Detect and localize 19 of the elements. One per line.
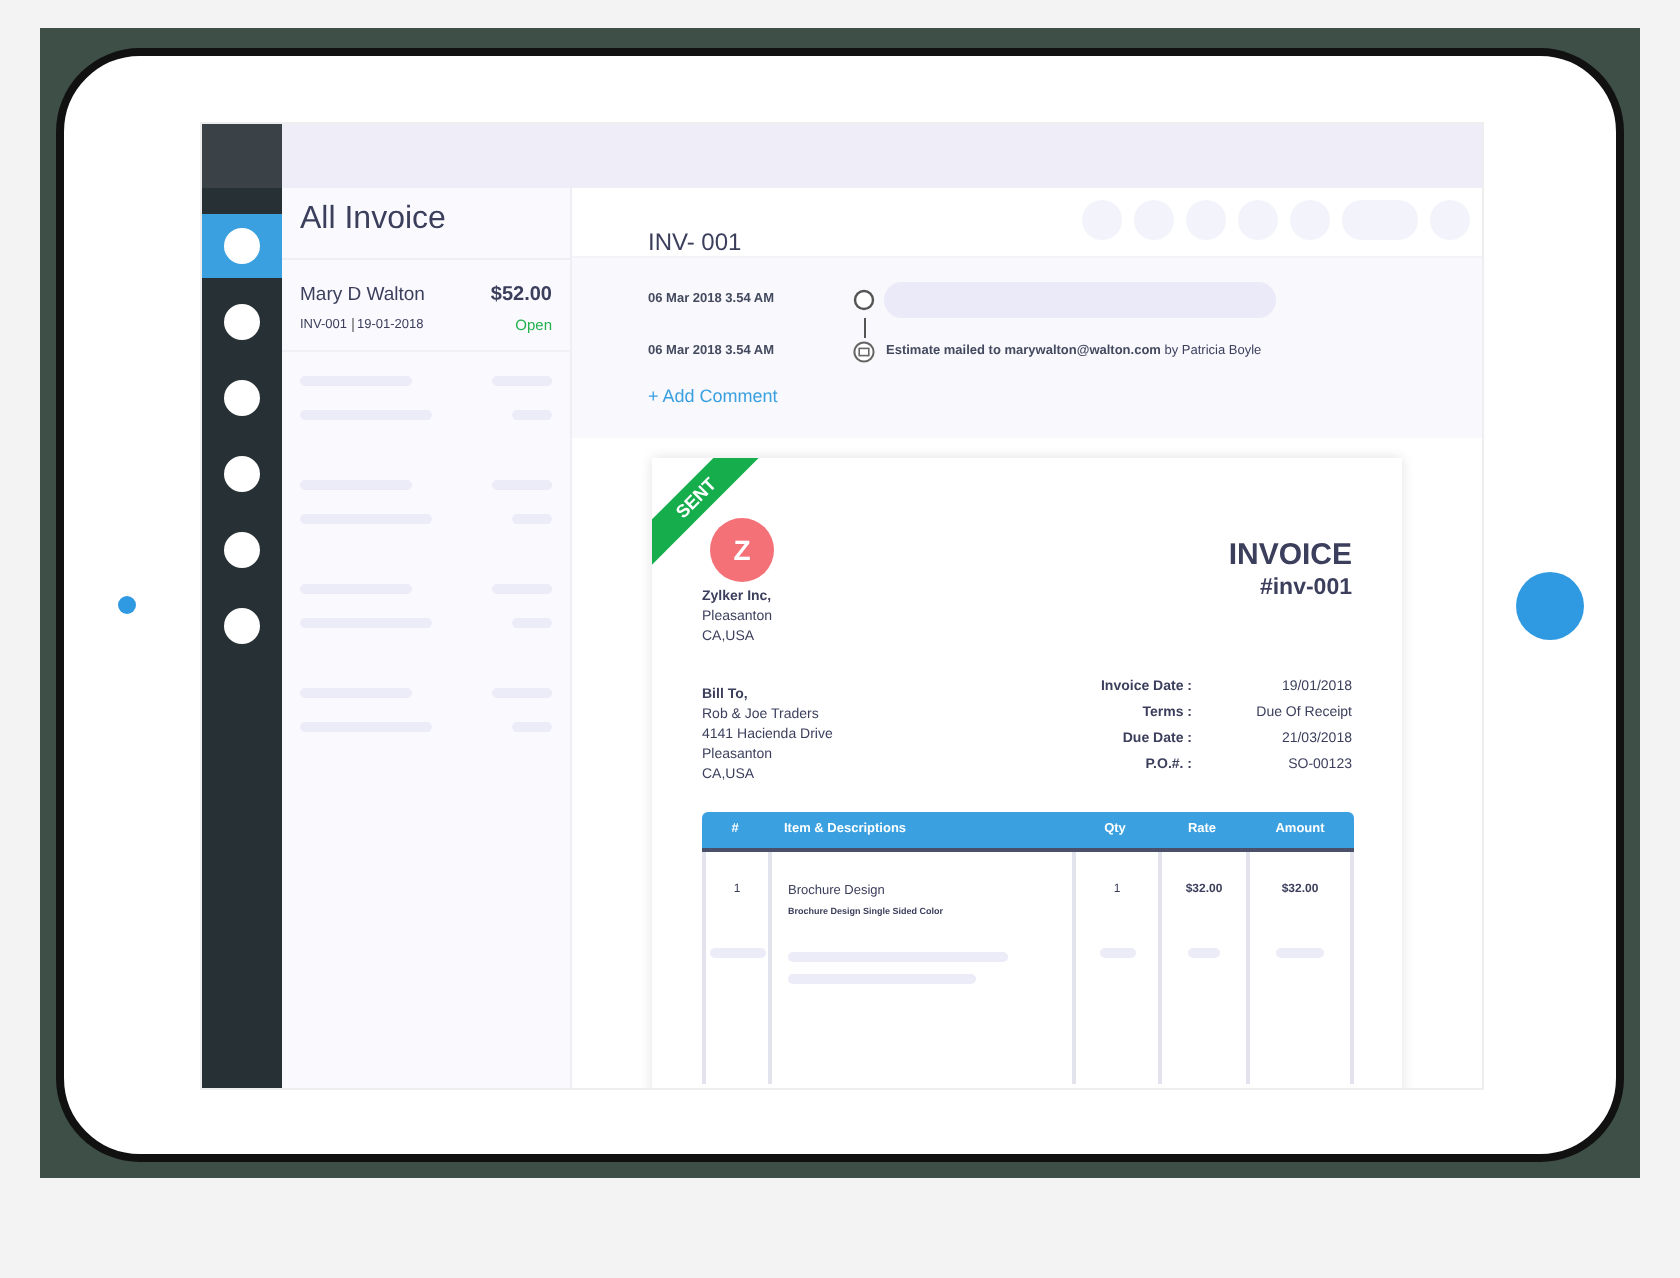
sidebar-header: [202, 123, 282, 187]
customer-name: Mary D Walton: [300, 283, 425, 305]
invoice-title: INV- 001: [648, 227, 742, 255]
list-title: All Invoice: [282, 187, 570, 259]
circle-icon: [224, 227, 260, 263]
timeline-connector: [863, 317, 865, 337]
circle-icon: [224, 455, 260, 491]
circle-icon: [224, 607, 260, 643]
invoice-number: #inv-001: [1257, 575, 1352, 599]
circle-icon: [224, 379, 260, 415]
camera-dot: [118, 596, 136, 614]
circle-icon: [224, 531, 260, 567]
mail-icon: [852, 339, 876, 363]
home-button[interactable]: [1515, 571, 1583, 639]
circle-icon: [224, 303, 260, 339]
invoice-amount: $52.00: [490, 283, 552, 305]
document-title: INVOICE: [1228, 537, 1352, 571]
company-logo: Z: [710, 517, 774, 581]
timeline-node-icon: [852, 287, 876, 311]
